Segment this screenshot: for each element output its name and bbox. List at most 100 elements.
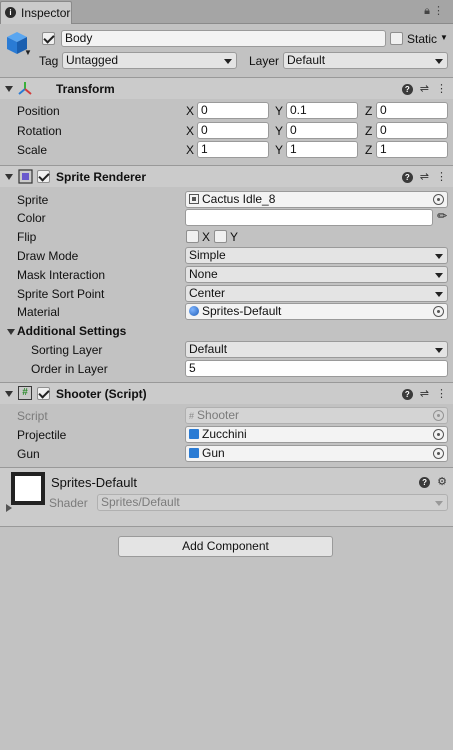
scale-x-value: 1 bbox=[201, 142, 208, 156]
foldout-icon[interactable] bbox=[5, 391, 13, 397]
settings-icon[interactable]: ⚙︎ bbox=[437, 475, 447, 488]
x-axis-label[interactable]: X bbox=[186, 104, 194, 118]
x-axis-label[interactable]: X bbox=[186, 124, 194, 138]
kebab-icon[interactable]: ⋮ bbox=[436, 387, 447, 400]
rotation-y-value: 0 bbox=[290, 123, 297, 137]
z-axis-label[interactable]: Z bbox=[365, 124, 372, 138]
sprite-label: Sprite bbox=[17, 193, 49, 207]
rotation-label: Rotation bbox=[17, 124, 62, 138]
transform-header-icons: ? ⇌ ⋮ bbox=[395, 82, 447, 95]
rotation-z-field[interactable]: 0 bbox=[376, 122, 448, 139]
flip-y-label: Y bbox=[230, 230, 239, 244]
draw-mode-value: Simple bbox=[189, 248, 226, 262]
tab-controls: 🔒︎⋮ bbox=[424, 4, 447, 18]
shooter-title: Shooter (Script) bbox=[56, 387, 147, 401]
order-in-layer-field[interactable]: 5 bbox=[185, 360, 448, 377]
eyedropper-icon[interactable]: ✏︎ bbox=[437, 209, 447, 223]
z-axis-label[interactable]: Z bbox=[365, 104, 372, 118]
scale-y-value: 1 bbox=[290, 142, 297, 156]
help-icon[interactable]: ? bbox=[401, 84, 413, 95]
rotation-x-field[interactable]: 0 bbox=[197, 122, 269, 139]
flip-x-label: X bbox=[202, 230, 211, 244]
layer-value: Default bbox=[287, 53, 326, 67]
flip-label: Flip bbox=[17, 230, 37, 244]
sprite-sort-point-dropdown[interactable]: Center bbox=[185, 285, 448, 302]
presets-icon[interactable]: ⇌ bbox=[420, 170, 429, 183]
y-axis-label[interactable]: Y bbox=[275, 143, 283, 157]
name-field[interactable]: Body bbox=[61, 30, 386, 47]
help-icon[interactable]: ? bbox=[401, 172, 413, 183]
scale-y-field[interactable]: 1 bbox=[286, 141, 358, 158]
material-preview-icon bbox=[11, 472, 45, 505]
projectile-object-field[interactable]: Zucchini bbox=[185, 426, 448, 443]
kebab-icon[interactable]: ⋮ bbox=[433, 5, 447, 17]
presets-icon[interactable]: ⇌ bbox=[420, 82, 429, 95]
add-component-label: Add Component bbox=[182, 539, 269, 553]
sprite-renderer-enabled-checkbox[interactable] bbox=[37, 170, 50, 183]
additional-settings-foldout-icon[interactable] bbox=[7, 329, 15, 335]
transform-title: Transform bbox=[56, 82, 115, 96]
additional-settings-label[interactable]: Additional Settings bbox=[17, 324, 126, 339]
kebab-icon[interactable]: ⋮ bbox=[436, 170, 447, 183]
transform-icon bbox=[18, 82, 32, 95]
rotation-y-field[interactable]: 0 bbox=[286, 122, 358, 139]
position-z-value: 0 bbox=[380, 103, 387, 117]
position-y-field[interactable]: 0.1 bbox=[286, 102, 358, 119]
object-picker-icon[interactable] bbox=[433, 306, 444, 317]
x-axis-label[interactable]: X bbox=[186, 143, 194, 157]
tag-label: Tag bbox=[39, 54, 59, 68]
scale-z-field[interactable]: 1 bbox=[376, 141, 448, 158]
material-label: Material bbox=[17, 305, 60, 319]
mask-interaction-value: None bbox=[189, 267, 218, 281]
object-picker-icon[interactable] bbox=[433, 429, 444, 440]
material-object-field[interactable]: Sprites-Default bbox=[185, 303, 448, 320]
foldout-icon[interactable] bbox=[5, 86, 13, 92]
gun-object-field[interactable]: Gun bbox=[185, 445, 448, 462]
script-file-icon: # bbox=[189, 411, 195, 421]
y-axis-label[interactable]: Y bbox=[275, 104, 283, 118]
y-axis-label[interactable]: Y bbox=[275, 124, 283, 138]
script-value: Shooter bbox=[197, 408, 240, 422]
object-picker-icon[interactable] bbox=[433, 448, 444, 459]
rotation-z-value: 0 bbox=[380, 123, 387, 137]
position-x-field[interactable]: 0 bbox=[197, 102, 269, 119]
presets-icon[interactable]: ⇌ bbox=[420, 387, 429, 400]
layer-label: Layer bbox=[249, 54, 280, 68]
object-picker-icon[interactable] bbox=[433, 194, 444, 205]
scale-x-field[interactable]: 1 bbox=[197, 141, 269, 158]
sprite-object-field[interactable]: Cactus Idle_8 bbox=[185, 191, 448, 208]
shooter-enabled-checkbox[interactable] bbox=[37, 387, 50, 400]
add-component-button[interactable]: Add Component bbox=[118, 536, 333, 557]
material-icon bbox=[189, 306, 199, 316]
tab-inspector-label: Inspector bbox=[21, 6, 71, 20]
sorting-layer-dropdown[interactable]: Default bbox=[185, 341, 448, 358]
transform-header[interactable]: Transform ? ⇌ ⋮ bbox=[0, 77, 453, 99]
icon-dropdown-caret-icon[interactable]: ▼ bbox=[24, 48, 32, 57]
layer-dropdown[interactable]: Default bbox=[283, 52, 448, 69]
tag-dropdown[interactable]: Untagged bbox=[62, 52, 237, 69]
lock-icon[interactable]: 🔒︎ bbox=[424, 5, 433, 17]
material-name: Sprites-Default bbox=[51, 475, 137, 490]
help-icon[interactable]: ? bbox=[419, 477, 431, 488]
active-checkbox[interactable] bbox=[42, 32, 55, 45]
color-swatch[interactable] bbox=[185, 209, 433, 226]
shooter-header[interactable]: # Shooter (Script) ? ⇌ ⋮ bbox=[0, 382, 453, 404]
chevron-down-icon bbox=[435, 59, 443, 64]
mask-interaction-dropdown[interactable]: None bbox=[185, 266, 448, 283]
projectile-label: Projectile bbox=[17, 428, 67, 442]
static-caret-icon[interactable]: ▼ bbox=[440, 33, 448, 42]
position-z-field[interactable]: 0 bbox=[376, 102, 448, 119]
material-foldout-icon[interactable] bbox=[6, 504, 12, 512]
foldout-icon[interactable] bbox=[5, 174, 13, 180]
flip-y-checkbox[interactable] bbox=[214, 230, 227, 243]
help-icon[interactable]: ? bbox=[401, 389, 413, 400]
flip-x-checkbox[interactable] bbox=[186, 230, 199, 243]
draw-mode-dropdown[interactable]: Simple bbox=[185, 247, 448, 264]
shader-value: Sprites/Default bbox=[101, 495, 180, 509]
sprite-renderer-header[interactable]: Sprite Renderer ? ⇌ ⋮ bbox=[0, 165, 453, 187]
kebab-icon[interactable]: ⋮ bbox=[436, 82, 447, 95]
tab-inspector[interactable]: i Inspector bbox=[0, 1, 72, 24]
static-checkbox[interactable] bbox=[390, 32, 403, 45]
z-axis-label[interactable]: Z bbox=[365, 143, 372, 157]
info-icon: i bbox=[5, 7, 16, 18]
